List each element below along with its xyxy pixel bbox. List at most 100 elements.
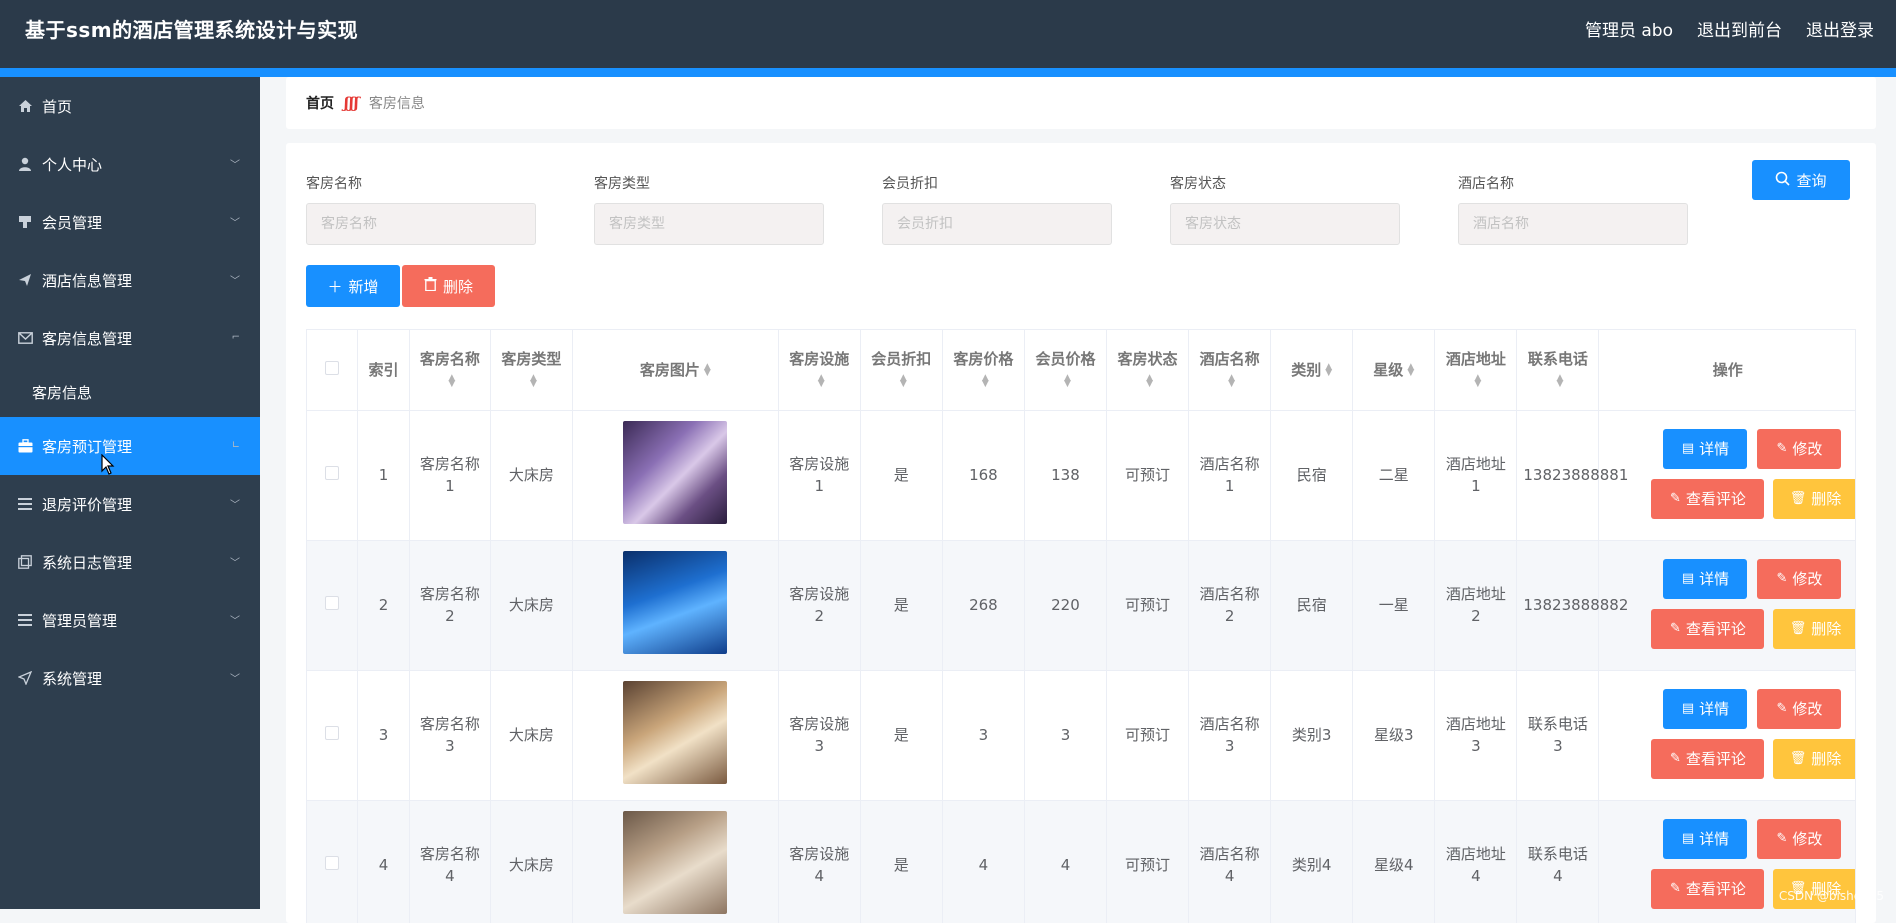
sidebar-item-hotel-mgmt[interactable]: 酒店信息管理 ﹀ (0, 251, 260, 309)
batch-delete-button[interactable]: 删除 (402, 265, 495, 307)
cell-name: 客房名称3 (409, 670, 490, 800)
row-actions-cell: ▤详情✎修改 ✎查看评论🗑删除 (1599, 670, 1856, 800)
cell-index: 2 (358, 540, 410, 670)
sidebar-item-room-info-mgmt[interactable]: 客房信息管理 ⌐ (0, 309, 260, 367)
room-image[interactable] (623, 681, 727, 784)
row-checkbox[interactable] (325, 856, 339, 870)
cell-index: 3 (358, 670, 410, 800)
row-checkbox[interactable] (325, 596, 339, 610)
delete-button[interactable]: 🗑删除 (1773, 479, 1856, 519)
column-header[interactable]: 星级▲▼ (1353, 330, 1435, 410)
room-type-input[interactable] (594, 203, 824, 245)
sort-icon[interactable]: ▲▼ (1228, 375, 1235, 387)
batch-delete-label: 删除 (443, 276, 473, 297)
home-icon (17, 98, 33, 114)
hotel-name-input[interactable] (1458, 203, 1688, 245)
main-content: 首页 ʃʃʃ 客房信息 客房名称 客房类型 会员折扣 客房状态 酒店名称 (260, 77, 1896, 909)
trash-icon: 🗑 (1790, 748, 1807, 770)
sidebar-item-checkout-review-mgmt[interactable]: 退房评价管理 ﹀ (0, 475, 260, 533)
cell-index: 4 (358, 800, 410, 923)
to-frontend-link[interactable]: 退出到前台 (1697, 16, 1782, 41)
table-row: 1客房名称1大床房客房设施1是168138可预订酒店名称1民宿二星酒店地址113… (307, 410, 1856, 540)
edit-button[interactable]: ✎修改 (1757, 559, 1841, 599)
column-header[interactable]: 联系电话▲▼ (1517, 330, 1599, 410)
column-header[interactable]: 酒店名称▲▼ (1189, 330, 1271, 410)
detail-button[interactable]: ▤详情 (1663, 689, 1747, 729)
delete-button[interactable]: 🗑删除 (1773, 739, 1856, 779)
view-comments-button[interactable]: ✎查看评论 (1651, 739, 1764, 779)
suitcase-icon (17, 438, 33, 454)
sidebar-item-admin-mgmt[interactable]: 管理员管理 ﹀ (0, 591, 260, 649)
room-name-input[interactable] (306, 203, 536, 245)
room-image[interactable] (623, 421, 727, 524)
sidebar-item-system-mgmt[interactable]: 系统管理 ﹀ (0, 649, 260, 707)
cell-address: 酒店地址1 (1435, 410, 1517, 540)
detail-button[interactable]: ▤详情 (1663, 559, 1747, 599)
row-checkbox[interactable] (325, 466, 339, 480)
cell-member-price: 4 (1024, 800, 1106, 923)
room-image[interactable] (623, 811, 727, 914)
column-header[interactable]: 客房设施 ▲▼ (778, 330, 860, 410)
sort-icon[interactable]: ▲▼ (1474, 375, 1481, 387)
sidebar-item-home[interactable]: 首页 (0, 77, 260, 135)
sidebar-subitem-room-info[interactable]: 客房信息 (0, 367, 260, 417)
room-status-input[interactable] (1170, 203, 1400, 245)
sort-icon[interactable]: ▲▼ (530, 375, 537, 387)
cell-type: 大床房 (490, 410, 572, 540)
view-comments-button[interactable]: ✎查看评论 (1651, 869, 1764, 909)
detail-label: 详情 (1699, 438, 1729, 460)
cell-address: 酒店地址3 (1435, 670, 1517, 800)
query-button[interactable]: 查询 (1752, 160, 1850, 200)
sidebar-item-room-booking-mgmt[interactable]: 客房预订管理 ∟ (0, 417, 260, 475)
detail-button[interactable]: ▤详情 (1663, 429, 1747, 469)
sidebar-item-label: 退房评价管理 (42, 494, 132, 515)
rooms-table: 索引 客房名称▲▼ 客房类型▲▼ 客房图片▲▼ 客房设施▲▼ 会员折扣▲▼ 客房… (306, 329, 1856, 923)
cell-price: 168 (942, 410, 1024, 540)
user-icon (17, 156, 33, 172)
column-header[interactable]: 客房状态▲▼ (1107, 330, 1189, 410)
column-header[interactable]: 酒店地址▲▼ (1435, 330, 1517, 410)
sort-icon[interactable]: ▲▼ (900, 375, 907, 387)
view-comments-button[interactable]: ✎查看评论 (1651, 479, 1764, 519)
column-header[interactable]: 客房价格▲▼ (942, 330, 1024, 410)
column-header[interactable]: 会员折扣▲▼ (860, 330, 942, 410)
sort-icon[interactable]: ▲▼ (1146, 375, 1153, 387)
cell-stars: 一星 (1353, 540, 1435, 670)
pencil-icon: ✎ (1670, 878, 1681, 900)
cell-phone: 联系电话3 (1517, 670, 1599, 800)
sort-icon[interactable]: ▲▼ (448, 375, 455, 387)
sidebar-item-member-mgmt[interactable]: 会员管理 ﹀ (0, 193, 260, 251)
logout-link[interactable]: 退出登录 (1806, 16, 1874, 41)
column-header[interactable]: 类别▲▼ (1271, 330, 1353, 410)
sidebar-item-system-log-mgmt[interactable]: 系统日志管理 ﹀ (0, 533, 260, 591)
room-image[interactable] (623, 551, 727, 654)
breadcrumb-home[interactable]: 首页 (306, 93, 334, 113)
column-header-label: 客房设施 (789, 350, 849, 368)
column-header[interactable]: 客房类型▲▼ (490, 330, 572, 410)
column-header[interactable]: 会员价格▲▼ (1024, 330, 1106, 410)
comments-label: 查看评论 (1686, 488, 1746, 510)
row-checkbox[interactable] (325, 726, 339, 740)
detail-button[interactable]: ▤详情 (1663, 819, 1747, 859)
sidebar-item-personal-center[interactable]: 个人中心 ﹀ (0, 135, 260, 193)
sort-icon[interactable]: ▲▼ (1556, 375, 1563, 387)
sort-icon[interactable]: ▲▼ (1064, 375, 1071, 387)
sort-icon[interactable]: ▲▼ (818, 375, 825, 387)
watermark: CSDN @bishe905 (1779, 889, 1884, 903)
sort-icon[interactable]: ▲▼ (1407, 364, 1414, 376)
member-discount-input[interactable] (882, 203, 1112, 245)
sort-icon[interactable]: ▲▼ (704, 364, 711, 376)
edit-button[interactable]: ✎修改 (1757, 689, 1841, 729)
sort-icon[interactable]: ▲▼ (1325, 364, 1332, 376)
sort-icon[interactable]: ▲▼ (982, 375, 989, 387)
filter-member-discount: 会员折扣 (882, 173, 1112, 245)
edit-button[interactable]: ✎修改 (1757, 429, 1841, 469)
navigation-icon (17, 670, 33, 686)
edit-button[interactable]: ✎修改 (1757, 819, 1841, 859)
select-all-checkbox[interactable] (325, 361, 339, 375)
view-comments-button[interactable]: ✎查看评论 (1651, 609, 1764, 649)
column-header[interactable]: 客房图片▲▼ (572, 330, 778, 410)
delete-button[interactable]: 🗑删除 (1773, 609, 1856, 649)
column-header[interactable]: 客房名称▲▼ (409, 330, 490, 410)
add-button[interactable]: ＋ 新增 (306, 265, 400, 307)
